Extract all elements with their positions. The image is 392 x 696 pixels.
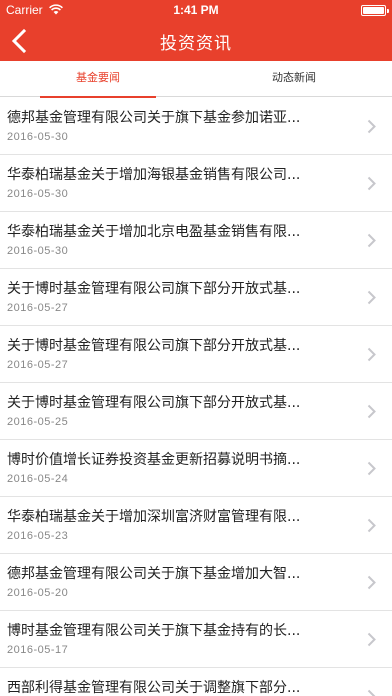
news-date: 2016-05-24 xyxy=(7,473,69,485)
news-list-item[interactable]: 德邦基金管理有限公司关于旗下基金参加诺亚... 2016-05-30 xyxy=(0,98,392,155)
news-list-item[interactable]: 博时价值增长证券投资基金更新招募说明书摘... 2016-05-24 xyxy=(0,440,392,497)
news-title: 华泰柏瑞基金关于增加深圳富济财富管理有限... xyxy=(7,509,301,525)
news-title: 博时价值增长证券投资基金更新招募说明书摘... xyxy=(7,452,301,468)
page-title: 投资资讯 xyxy=(160,34,232,54)
news-list-item[interactable]: 华泰柏瑞基金关于增加北京电盈基金销售有限... 2016-05-30 xyxy=(0,212,392,269)
status-bar: Carrier 1:41 PM xyxy=(0,0,392,20)
news-title: 华泰柏瑞基金关于增加海银基金销售有限公司... xyxy=(7,167,301,183)
chevron-right-icon xyxy=(367,119,376,134)
chevron-right-icon xyxy=(367,347,376,362)
news-date: 2016-05-30 xyxy=(7,131,69,143)
news-title: 关于博时基金管理有限公司旗下部分开放式基... xyxy=(7,338,301,354)
chevron-right-icon xyxy=(367,689,376,696)
tab-bar: 基金要闻 动态新闻 xyxy=(0,61,392,98)
chevron-right-icon xyxy=(367,575,376,590)
news-date: 2016-05-30 xyxy=(7,245,69,257)
news-title: 华泰柏瑞基金关于增加北京电盈基金销售有限... xyxy=(7,224,301,240)
news-list-item[interactable]: 西部利得基金管理有限公司关于调整旗下部分... xyxy=(0,668,392,696)
chevron-right-icon xyxy=(367,290,376,305)
news-list-item[interactable]: 华泰柏瑞基金关于增加海银基金销售有限公司... 2016-05-30 xyxy=(0,155,392,212)
chevron-right-icon xyxy=(367,233,376,248)
news-title: 博时基金管理有限公司关于旗下基金持有的长... xyxy=(7,623,301,639)
news-title: 德邦基金管理有限公司关于旗下基金参加诺亚... xyxy=(7,110,301,126)
tab-fund-news[interactable]: 基金要闻 xyxy=(0,61,196,98)
news-date: 2016-05-25 xyxy=(7,416,69,428)
chevron-right-icon xyxy=(367,176,376,191)
nav-bar: 投资资讯 xyxy=(0,20,392,61)
chevron-right-icon xyxy=(367,461,376,476)
news-list-item[interactable]: 博时基金管理有限公司关于旗下基金持有的长... 2016-05-17 xyxy=(0,611,392,668)
chevron-right-icon xyxy=(367,518,376,533)
news-list: 德邦基金管理有限公司关于旗下基金参加诺亚... 2016-05-30 华泰柏瑞基金关… xyxy=(0,98,392,696)
news-title: 关于博时基金管理有限公司旗下部分开放式基... xyxy=(7,395,301,411)
news-list-item[interactable]: 关于博时基金管理有限公司旗下部分开放式基... 2016-05-25 xyxy=(0,383,392,440)
chevron-right-icon xyxy=(367,404,376,419)
news-date: 2016-05-27 xyxy=(7,359,69,371)
news-title: 关于博时基金管理有限公司旗下部分开放式基... xyxy=(7,281,301,297)
news-list-item[interactable]: 德邦基金管理有限公司关于旗下基金增加大智... 2016-05-20 xyxy=(0,554,392,611)
news-date: 2016-05-30 xyxy=(7,188,69,200)
tab-dynamic-news[interactable]: 动态新闻 xyxy=(196,61,392,97)
news-date: 2016-05-17 xyxy=(7,644,69,656)
news-list-item[interactable]: 关于博时基金管理有限公司旗下部分开放式基... 2016-05-27 xyxy=(0,326,392,383)
battery-icon xyxy=(361,5,389,16)
news-date: 2016-05-20 xyxy=(7,587,69,599)
news-date: 2016-05-27 xyxy=(7,302,69,314)
news-title: 德邦基金管理有限公司关于旗下基金增加大智... xyxy=(7,566,301,582)
news-title: 西部利得基金管理有限公司关于调整旗下部分... xyxy=(7,680,301,696)
status-time: 1:41 PM xyxy=(173,3,219,17)
news-date: 2016-05-23 xyxy=(7,530,69,542)
news-list-item[interactable]: 关于博时基金管理有限公司旗下部分开放式基... 2016-05-27 xyxy=(0,269,392,326)
news-list-item[interactable]: 华泰柏瑞基金关于增加深圳富济财富管理有限... 2016-05-23 xyxy=(0,497,392,554)
chevron-right-icon xyxy=(367,632,376,647)
